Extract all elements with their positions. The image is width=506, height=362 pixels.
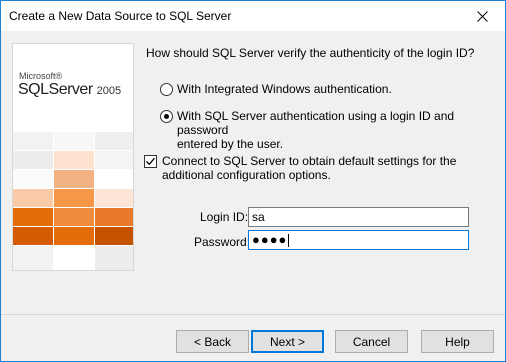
banner-tile — [13, 208, 53, 226]
connect-label-line1: Connect to SQL Server to obtain default … — [162, 154, 457, 168]
banner-tile — [54, 246, 94, 270]
banner-tile — [13, 132, 53, 150]
banner-tile — [95, 246, 133, 270]
radio-button-selected[interactable] — [160, 110, 173, 123]
next-button[interactable]: Next > — [251, 330, 324, 353]
banner-tile — [95, 132, 133, 150]
dialog-window: Create a New Data Source to SQL Server M… — [0, 0, 506, 362]
connect-checkbox[interactable] — [144, 155, 157, 168]
radio-sql-auth-label: With SQL Server authentication using a l… — [177, 109, 505, 151]
login-id-label: Login ID: — [200, 210, 249, 224]
banner-tile — [95, 170, 133, 188]
login-id-field[interactable]: sa — [248, 207, 469, 227]
banner-tile — [54, 170, 94, 188]
password-label: Password: — [194, 235, 251, 249]
radio-windows-auth[interactable]: With Integrated Windows authentication. — [160, 82, 392, 96]
connect-checkbox-label: Connect to SQL Server to obtain default … — [162, 154, 456, 182]
password-field[interactable]: ●●●● — [248, 230, 469, 250]
help-button[interactable]: Help — [421, 330, 494, 353]
banner-tile — [13, 170, 53, 188]
footer-separator — [1, 314, 505, 315]
back-button[interactable]: < Back — [176, 330, 249, 353]
radio-sql-auth-label-line1: With SQL Server authentication using a l… — [177, 109, 455, 137]
login-id-value: sa — [252, 210, 265, 224]
banner-tile — [13, 151, 53, 169]
brand-microsoft: Microsoft® — [19, 71, 63, 81]
password-masked-value: ●●●● — [252, 232, 288, 247]
title-bar: Create a New Data Source to SQL Server — [1, 1, 505, 31]
radio-windows-auth-label: With Integrated Windows authentication. — [177, 82, 392, 96]
window-title: Create a New Data Source to SQL Server — [9, 9, 232, 23]
banner-tile — [54, 151, 94, 169]
close-button[interactable] — [459, 1, 505, 31]
banner-tile — [95, 151, 133, 169]
text-caret — [288, 234, 290, 248]
brand-sql-server-text: SQLServer — [18, 81, 93, 98]
sql-server-banner: Microsoft® SQLServer 2005 — [12, 43, 134, 271]
close-icon — [476, 10, 488, 22]
auth-question: How should SQL Server verify the authent… — [146, 46, 475, 60]
banner-tile — [95, 189, 133, 207]
radio-sql-auth-label-line2: entered by the user. — [177, 137, 284, 151]
checkmark-icon — [146, 157, 155, 166]
connect-checkbox-row[interactable]: Connect to SQL Server to obtain default … — [144, 154, 456, 182]
banner-tile — [54, 189, 94, 207]
banner-tile — [54, 227, 94, 245]
banner-tile — [95, 208, 133, 226]
brand-sql-server: SQLServer 2005 — [18, 81, 121, 99]
banner-tile — [95, 227, 133, 245]
radio-button[interactable] — [160, 83, 173, 96]
radio-sql-auth[interactable]: With SQL Server authentication using a l… — [160, 109, 505, 151]
banner-tile — [13, 227, 53, 245]
brand-year: 2005 — [96, 85, 122, 97]
banner-tile — [13, 189, 53, 207]
banner-tile — [13, 246, 53, 270]
banner-tile — [54, 208, 94, 226]
cancel-button[interactable]: Cancel — [335, 330, 408, 353]
banner-tile — [54, 132, 94, 150]
connect-label-line2: additional configuration options. — [162, 168, 331, 182]
